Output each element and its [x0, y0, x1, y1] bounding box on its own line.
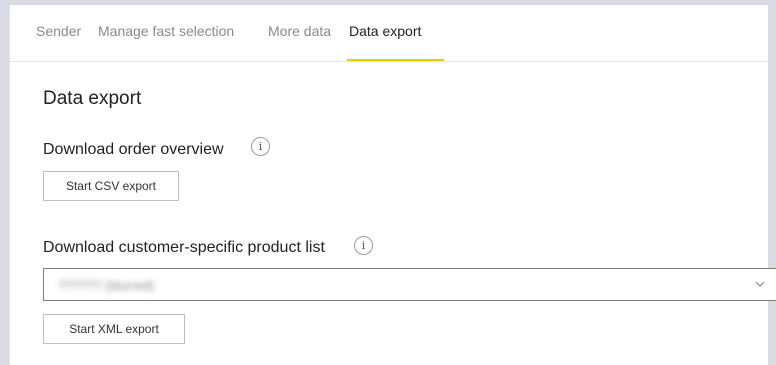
start-csv-export-button[interactable]: Start CSV export: [43, 171, 179, 201]
tab-bar: Sender Manage fast selection More data D…: [10, 5, 768, 62]
page-title: Data export: [43, 88, 142, 109]
product-list-label: Download customer-specific product list: [43, 239, 325, 256]
tab-more-data[interactable]: More data: [268, 23, 331, 61]
main-panel: Sender Manage fast selection More data D…: [9, 5, 776, 365]
select-value: ?????? (blurred): [58, 278, 155, 293]
order-overview-label: Download order overview: [43, 141, 224, 158]
info-icon[interactable]: i: [354, 236, 373, 255]
info-icon[interactable]: i: [251, 137, 270, 156]
start-xml-export-button[interactable]: Start XML export: [43, 314, 185, 344]
tab-sender[interactable]: Sender: [36, 23, 81, 61]
chevron-down-icon: [755, 281, 765, 287]
tab-data-export[interactable]: Data export: [347, 23, 444, 61]
tab-manage-fast-selection[interactable]: Manage fast selection: [98, 23, 234, 61]
product-list-select[interactable]: ?????? (blurred): [43, 268, 776, 301]
